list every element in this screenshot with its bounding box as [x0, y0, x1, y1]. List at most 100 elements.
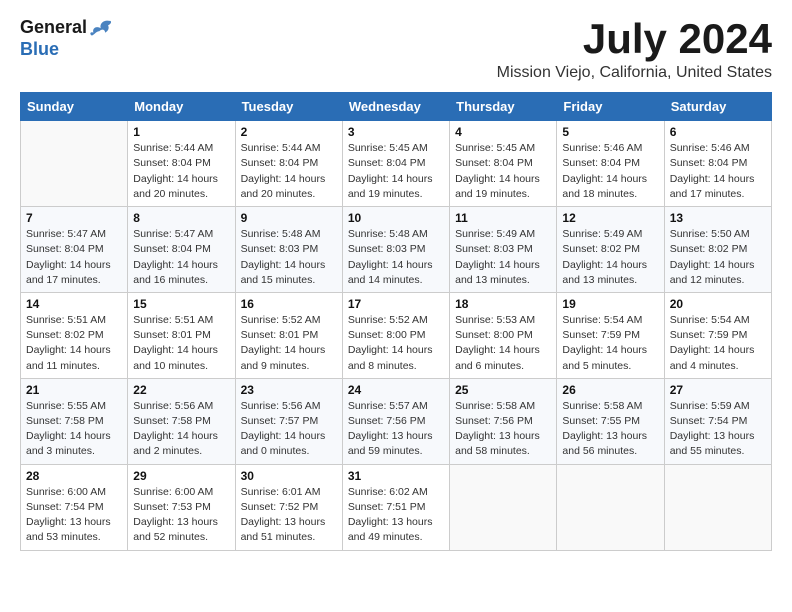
- day-info: Sunrise: 5:47 AMSunset: 8:04 PMDaylight:…: [26, 227, 122, 288]
- calendar-week-3: 14Sunrise: 5:51 AMSunset: 8:02 PMDayligh…: [21, 292, 772, 378]
- month-title: July 2024: [497, 16, 772, 62]
- logo: General Blue: [20, 16, 111, 60]
- calendar-cell: 1 Sunrise: 5:44 AMSunset: 8:04 PMDaylight…: [128, 121, 235, 207]
- day-info: Sunrise: 6:02 AMSunset: 7:51 PMDaylight:…: [348, 485, 444, 546]
- day-number: 19: [562, 297, 658, 311]
- calendar-cell: 31Sunrise: 6:02 AMSunset: 7:51 PMDayligh…: [342, 464, 449, 550]
- calendar-week-4: 21Sunrise: 5:55 AMSunset: 7:58 PMDayligh…: [21, 378, 772, 464]
- calendar-cell: 4 Sunrise: 5:45 AMSunset: 8:04 PMDaylight…: [450, 121, 557, 207]
- location-title: Mission Viejo, California, United States: [497, 64, 772, 82]
- day-info: Sunrise: 5:57 AMSunset: 7:56 PMDaylight:…: [348, 399, 444, 460]
- day-number: 11: [455, 211, 551, 225]
- calendar-week-2: 7 Sunrise: 5:47 AMSunset: 8:04 PMDaylight…: [21, 207, 772, 293]
- day-number: 30: [241, 469, 337, 483]
- day-info: Sunrise: 5:59 AMSunset: 7:54 PMDaylight:…: [670, 399, 766, 460]
- header-thursday: Thursday: [450, 93, 557, 121]
- day-info: Sunrise: 5:54 AMSunset: 7:59 PMDaylight:…: [562, 313, 658, 374]
- day-number: 7: [26, 211, 122, 225]
- day-number: 13: [670, 211, 766, 225]
- calendar-cell: 18Sunrise: 5:53 AMSunset: 8:00 PMDayligh…: [450, 292, 557, 378]
- calendar-cell: 22 Sunrise: 5:56 AMSunset: 7:58 PMDayligh…: [128, 378, 235, 464]
- day-info: Sunrise: 5:45 AMSunset: 8:04 PMDaylight:…: [455, 141, 551, 202]
- header-monday: Monday: [128, 93, 235, 121]
- day-info: Sunrise: 6:01 AMSunset: 7:52 PMDaylight:…: [241, 485, 337, 546]
- day-info: Sunrise: 5:53 AMSunset: 8:00 PMDaylight:…: [455, 313, 551, 374]
- calendar-cell: 30 Sunrise: 6:01 AMSunset: 7:52 PMDayligh…: [235, 464, 342, 550]
- bird-icon: [89, 18, 111, 40]
- calendar-cell: 6Sunrise: 5:46 AMSunset: 8:04 PMDaylight…: [664, 121, 771, 207]
- day-info: Sunrise: 6:00 AMSunset: 7:53 PMDaylight:…: [133, 485, 229, 546]
- day-number: 27: [670, 383, 766, 397]
- header-tuesday: Tuesday: [235, 93, 342, 121]
- day-number: 3: [348, 125, 444, 139]
- calendar-cell: [664, 464, 771, 550]
- header-friday: Friday: [557, 93, 664, 121]
- calendar-cell: [450, 464, 557, 550]
- calendar-header-row: SundayMondayTuesdayWednesdayThursdayFrid…: [21, 93, 772, 121]
- calendar-cell: 16 Sunrise: 5:52 AMSunset: 8:01 PMDayligh…: [235, 292, 342, 378]
- calendar-cell: 13Sunrise: 5:50 AMSunset: 8:02 PMDayligh…: [664, 207, 771, 293]
- day-number: 28: [26, 469, 122, 483]
- day-info: Sunrise: 5:58 AMSunset: 7:56 PMDaylight:…: [455, 399, 551, 460]
- day-number: 17: [348, 297, 444, 311]
- day-info: Sunrise: 5:51 AMSunset: 8:02 PMDaylight:…: [26, 313, 122, 374]
- day-number: 23: [241, 383, 337, 397]
- calendar-cell: 27 Sunrise: 5:59 AMSunset: 7:54 PMDayligh…: [664, 378, 771, 464]
- day-info: Sunrise: 5:45 AMSunset: 8:04 PMDaylight:…: [348, 141, 444, 202]
- day-info: Sunrise: 5:58 AMSunset: 7:55 PMDaylight:…: [562, 399, 658, 460]
- header-wednesday: Wednesday: [342, 93, 449, 121]
- logo-general: General: [20, 18, 87, 38]
- day-number: 15: [133, 297, 229, 311]
- day-number: 5: [562, 125, 658, 139]
- day-info: Sunrise: 6:00 AMSunset: 7:54 PMDaylight:…: [26, 485, 122, 546]
- calendar-cell: 26 Sunrise: 5:58 AMSunset: 7:55 PMDayligh…: [557, 378, 664, 464]
- day-info: Sunrise: 5:55 AMSunset: 7:58 PMDaylight:…: [26, 399, 122, 460]
- calendar-cell: 15 Sunrise: 5:51 AMSunset: 8:01 PMDayligh…: [128, 292, 235, 378]
- calendar-cell: 5 Sunrise: 5:46 AMSunset: 8:04 PMDaylight…: [557, 121, 664, 207]
- day-number: 8: [133, 211, 229, 225]
- day-number: 25: [455, 383, 551, 397]
- calendar-cell: 3 Sunrise: 5:45 AMSunset: 8:04 PMDaylight…: [342, 121, 449, 207]
- calendar-cell: 8 Sunrise: 5:47 AMSunset: 8:04 PMDaylight…: [128, 207, 235, 293]
- page-header: General Blue July 2024 Mission Viejo, Ca…: [20, 16, 772, 82]
- calendar-cell: 14Sunrise: 5:51 AMSunset: 8:02 PMDayligh…: [21, 292, 128, 378]
- calendar-week-1: 1 Sunrise: 5:44 AMSunset: 8:04 PMDaylight…: [21, 121, 772, 207]
- calendar-cell: 29 Sunrise: 6:00 AMSunset: 7:53 PMDayligh…: [128, 464, 235, 550]
- day-number: 20: [670, 297, 766, 311]
- calendar-table: SundayMondayTuesdayWednesdayThursdayFrid…: [20, 92, 772, 550]
- day-number: 26: [562, 383, 658, 397]
- day-number: 29: [133, 469, 229, 483]
- calendar-cell: 2 Sunrise: 5:44 AMSunset: 8:04 PMDaylight…: [235, 121, 342, 207]
- day-number: 1: [133, 125, 229, 139]
- day-number: 10: [348, 211, 444, 225]
- day-number: 22: [133, 383, 229, 397]
- calendar-week-5: 28 Sunrise: 6:00 AMSunset: 7:54 PMDayligh…: [21, 464, 772, 550]
- calendar-cell: 9 Sunrise: 5:48 AMSunset: 8:03 PMDaylight…: [235, 207, 342, 293]
- day-info: Sunrise: 5:52 AMSunset: 8:00 PMDaylight:…: [348, 313, 444, 374]
- title-area: July 2024 Mission Viejo, California, Uni…: [497, 16, 772, 82]
- day-info: Sunrise: 5:56 AMSunset: 7:57 PMDaylight:…: [241, 399, 337, 460]
- day-info: Sunrise: 5:52 AMSunset: 8:01 PMDaylight:…: [241, 313, 337, 374]
- day-number: 12: [562, 211, 658, 225]
- day-info: Sunrise: 5:44 AMSunset: 8:04 PMDaylight:…: [133, 141, 229, 202]
- day-info: Sunrise: 5:56 AMSunset: 7:58 PMDaylight:…: [133, 399, 229, 460]
- day-info: Sunrise: 5:46 AMSunset: 8:04 PMDaylight:…: [562, 141, 658, 202]
- calendar-cell: 20Sunrise: 5:54 AMSunset: 7:59 PMDayligh…: [664, 292, 771, 378]
- day-number: 4: [455, 125, 551, 139]
- day-info: Sunrise: 5:49 AMSunset: 8:03 PMDaylight:…: [455, 227, 551, 288]
- calendar-cell: 28 Sunrise: 6:00 AMSunset: 7:54 PMDayligh…: [21, 464, 128, 550]
- day-info: Sunrise: 5:48 AMSunset: 8:03 PMDaylight:…: [348, 227, 444, 288]
- day-info: Sunrise: 5:48 AMSunset: 8:03 PMDaylight:…: [241, 227, 337, 288]
- day-number: 2: [241, 125, 337, 139]
- logo-blue: Blue: [20, 40, 111, 60]
- day-info: Sunrise: 5:46 AMSunset: 8:04 PMDaylight:…: [670, 141, 766, 202]
- day-number: 9: [241, 211, 337, 225]
- day-number: 16: [241, 297, 337, 311]
- day-info: Sunrise: 5:47 AMSunset: 8:04 PMDaylight:…: [133, 227, 229, 288]
- calendar-cell: 7 Sunrise: 5:47 AMSunset: 8:04 PMDaylight…: [21, 207, 128, 293]
- day-info: Sunrise: 5:44 AMSunset: 8:04 PMDaylight:…: [241, 141, 337, 202]
- calendar-cell: [557, 464, 664, 550]
- calendar-cell: [21, 121, 128, 207]
- day-info: Sunrise: 5:51 AMSunset: 8:01 PMDaylight:…: [133, 313, 229, 374]
- calendar-cell: 19 Sunrise: 5:54 AMSunset: 7:59 PMDayligh…: [557, 292, 664, 378]
